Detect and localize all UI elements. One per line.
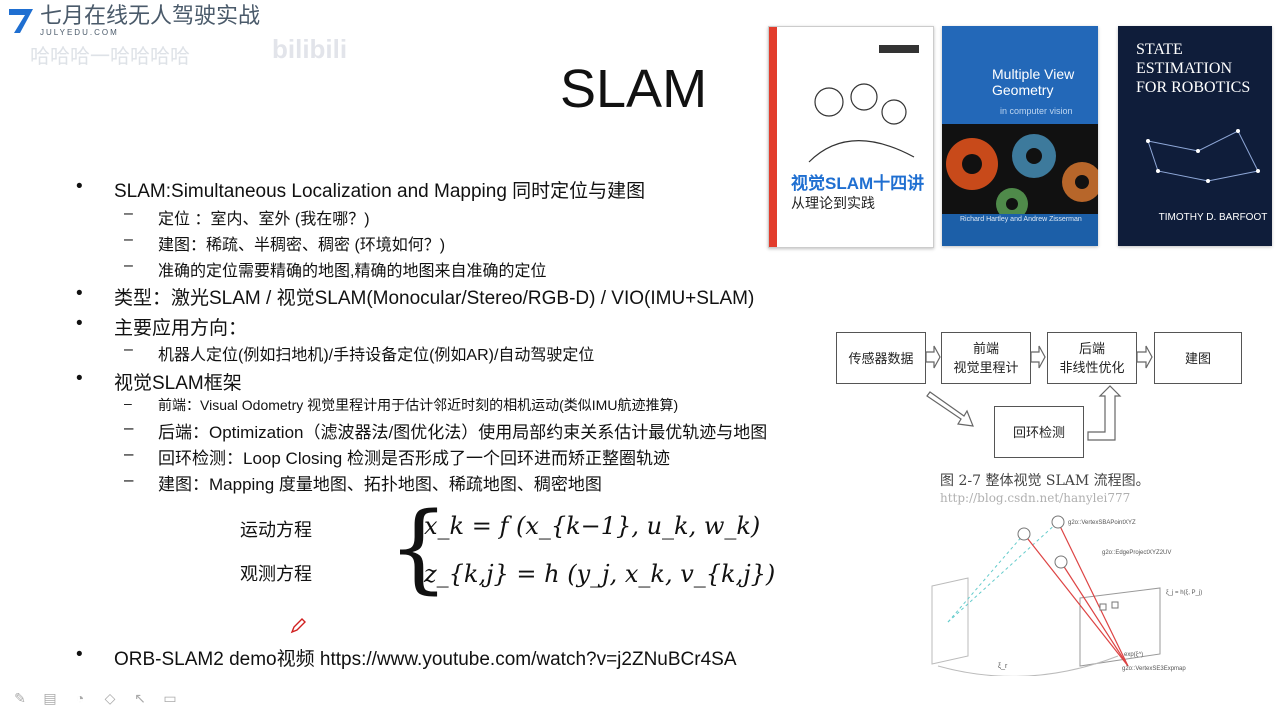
brand-name: 七月在线无人驾驶实战 [40,4,260,30]
book-cover-slam14: 视觉SLAM十四讲 从理论到实践 [768,26,934,248]
flowchart-arrows [925,345,1153,441]
pen-cursor-icon [290,618,306,634]
eyes-image [942,124,1098,214]
sub-bullet-frontend: 前端：Visual Odometry 视觉里程计用于估计邻近时刻的相机运动(类似… [124,395,678,415]
eraser-icon[interactable]: ◇ [100,688,120,708]
sub-bullet-application-list: 机器人定位(例如扫地机)/手持设备定位(例如AR)/自动驾驶定位 [124,341,594,365]
diagram-label-edge-project: g2o::EdgeProjectXYZ2UV [1102,550,1171,556]
constellation-graphic [1146,129,1260,183]
motion-equation: x_k = f (x_{k−1}, u_k, w_k) [424,512,761,540]
brand-course-text: 无人驾驶实战 [128,4,261,29]
bullet-applications: 主要应用方向： [76,313,247,340]
slide: 七月在线无人驾驶实战 JULYEDU.COM 哈哈哈一哈哈哈哈 bilibili… [0,0,1280,720]
diagram-label-vertex-xyz: g2o::VertexSBAPointXYZ [1068,520,1136,526]
bullet-slam-definition: SLAM:Simultaneous Localization and Mappi… [76,176,645,203]
watermark-bilibili: bilibili [272,34,348,64]
pen-tool-icon[interactable]: ✎ [10,688,30,708]
brand-seven-icon [9,9,33,33]
book1-title: 视觉SLAM十四讲 [791,174,925,193]
diagram-label-exp: exp(ξ^) [1124,652,1143,658]
slides-grid-icon[interactable]: ▤ [40,688,60,708]
camera-icon[interactable]: ▭ [160,688,180,708]
sub-bullet-mapping-types: 建图：Mapping 度量地图、拓扑地图、稀疏地图、稠密地图 [124,470,602,495]
watermark-text: 哈哈哈一哈哈哈哈 [30,46,190,68]
book3-author: TIMOTHY D. BARFOOT [1158,212,1268,223]
observation-equation-label: 观测方程 [240,564,312,584]
observation-equation: z_{k,j} = h (y_j, x_k, v_{k,j}) [424,560,776,588]
motion-equation-label: 运动方程 [240,520,312,540]
sub-bullet-backend: 后端：Optimization（滤波器法/图优化法）使用局部约束关系估计最优轨迹… [124,418,767,443]
diagram-label-vertex-se3: g2o::VertexSE3Expmap [1122,666,1186,672]
pointer-icon[interactable]: ↖ [130,688,150,708]
sub-bullet-loop-closing: 回环检测：Loop Closing 检测是否形成了一个回环进而矫正整圈轨迹 [124,444,670,469]
book2-subtitle: in computer vision [1000,106,1073,116]
sub-bullet-accuracy: 准确的定位需要精确的地图,精确的地图来自准确的定位 [124,257,546,281]
flowchart-caption: 图 2-7 整体视觉 SLAM 流程图。 http://blog.csdn.ne… [940,473,1150,505]
slide-title: SLAM [560,59,708,119]
book2-authors: Richard Hartley and Andrew Zisserman [960,216,1082,223]
book3-title: STATE ESTIMATION FOR ROBOTICS [1136,41,1251,96]
bullet-orb-slam2-demo[interactable]: ORB-SLAM2 demo视频 https://www.youtube.com… [76,644,737,671]
book-cover-state-estimation: STATE ESTIMATION FOR ROBOTICS TIMOTHY D.… [1118,26,1272,246]
sub-bullet-mapping: 建图：稀疏、半稠密、稠密 (环境如何？) [124,231,445,255]
cartoon-illustration [808,45,919,163]
brand-name-text: 七月在线 [40,4,129,29]
bullet-visual-slam-framework: 视觉SLAM框架 [76,368,242,395]
book-cover-mvg: Multiple View Geometry in computer visio… [942,26,1098,246]
annotate-icon[interactable]: ◔ [70,688,90,708]
brand-domain: JULYEDU.COM [40,28,119,37]
projection-diagram: g2o::VertexSBAPointXYZ g2o::EdgeProjectX… [931,515,1202,676]
presentation-toolbar: ✎ ▤ ◔ ◇ ↖ ▭ [10,688,180,708]
diagram-label-xi-r: ξ_r [998,663,1008,670]
diagram-label-xi-j: ξ_j = h(ξ, P_j) [1166,590,1202,596]
bullet-slam-types: 类型：激光SLAM / 视觉SLAM(Monocular/Stereo/RGB-… [76,283,754,310]
sub-bullet-localization: 定位 ：室内、室外 (我在哪？) [124,205,370,229]
book2-title: Multiple View Geometry [992,66,1075,98]
book1-subtitle: 从理论到实践 [791,195,875,211]
